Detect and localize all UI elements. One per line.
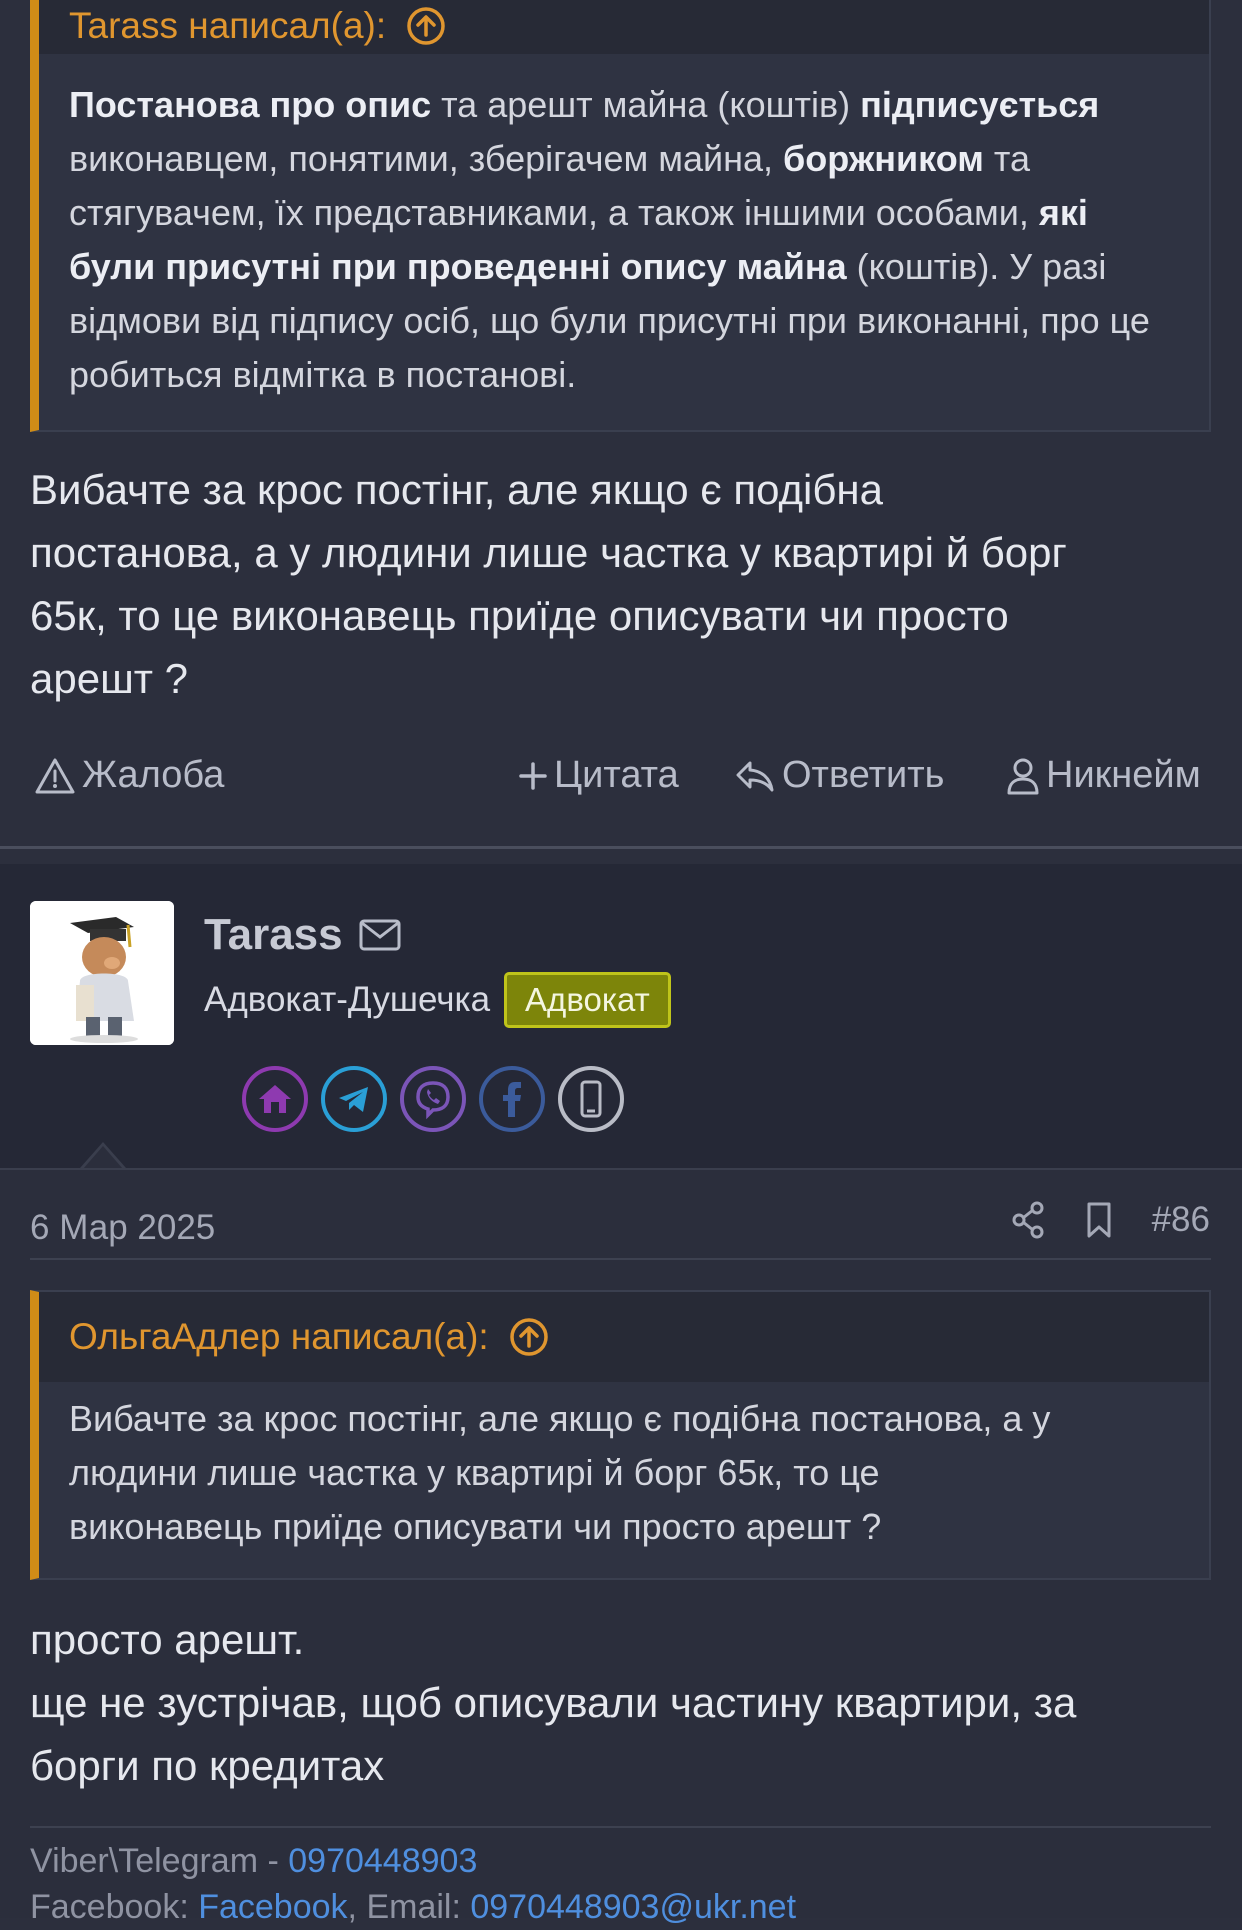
telegram-icon[interactable]: [321, 1066, 387, 1132]
reply-label: Ответить: [782, 754, 945, 796]
share-icon[interactable]: [1010, 1200, 1046, 1240]
message-line: арешт ?: [30, 655, 189, 702]
quote-author[interactable]: ОльгаАдлер написал(а):: [69, 1316, 489, 1358]
warning-icon: [35, 758, 75, 793]
quote-author[interactable]: Tarass написал(а):: [69, 5, 386, 47]
quote-bold: підписується: [860, 84, 1100, 125]
divider: [30, 1258, 1211, 1260]
email-link[interactable]: 0970448903@ukr.net: [470, 1888, 796, 1926]
post-meta: 6 Мар 2025 #86: [30, 1200, 1210, 1260]
plus-icon: [519, 761, 547, 790]
username-link[interactable]: Tarass: [204, 910, 343, 960]
user-icon: [1007, 758, 1039, 794]
phone-link[interactable]: 0970448903: [288, 1842, 477, 1880]
message-line: постанова, а у людини лише частка у квар…: [30, 529, 1067, 576]
viber-icon[interactable]: [400, 1066, 466, 1132]
signature-label: , Email:: [347, 1888, 471, 1926]
facebook-icon[interactable]: [479, 1066, 545, 1132]
user-pointer-inner: [83, 1146, 123, 1169]
reply-button[interactable]: Ответить: [734, 754, 944, 797]
user-info-bar: Tarass Адвокат-Душечка Адвокат: [0, 864, 1242, 1170]
signature-line-1: Viber\Telegram - 0970448903: [30, 1838, 796, 1884]
message-line: борги по кредитах: [30, 1742, 385, 1789]
user-badge: Адвокат: [504, 972, 671, 1028]
quote-text-part: виконавцем, понятими, зберігачем майна,: [69, 138, 784, 179]
quote-line: Вибачте за крос постінг, але якщо є поді…: [69, 1398, 1051, 1439]
quote-header[interactable]: ОльгаАдлер написал(а):: [39, 1292, 1209, 1382]
quote-text: Постанова про опис та арешт майна (кошті…: [39, 54, 1209, 402]
reply-icon: [736, 761, 774, 791]
username: Tarass: [204, 910, 401, 960]
message-line: просто арешт.: [30, 1616, 305, 1663]
phone-icon[interactable]: [558, 1066, 624, 1132]
message-envelope-icon[interactable]: [359, 919, 401, 951]
post-message: просто арешт. ще не зустрічав, щоб опису…: [30, 1608, 1210, 1797]
signature-label: Viber\Telegram -: [30, 1842, 289, 1880]
message-line: 65к, то це виконавець приїде описувати ч…: [30, 592, 1009, 639]
signature-divider: [30, 1826, 1211, 1828]
message-line: ще не зустрічав, щоб описували частину к…: [30, 1679, 1077, 1726]
quote-label: Цитата: [554, 754, 679, 796]
post-previous: Tarass написал(а): Постанова про опис та…: [0, 0, 1242, 846]
post-message: Вибачте за крос постінг, але якщо є поді…: [30, 458, 1210, 710]
post-meta-actions: #86: [1010, 1200, 1210, 1240]
signature-label: Facebook:: [30, 1888, 199, 1926]
nickname-label: Никнейм: [1046, 754, 1201, 796]
report-button[interactable]: Жалоба: [34, 754, 224, 797]
nickname-button[interactable]: Никнейм: [1006, 754, 1201, 797]
user-title: Адвокат-Душечка: [204, 980, 491, 1019]
quote-header[interactable]: Tarass написал(а):: [39, 0, 1209, 54]
message-line: Вибачте за крос постінг, але якщо є поді…: [30, 466, 883, 513]
quote-line: виконавець приїде описувати чи просто ар…: [69, 1506, 882, 1547]
go-to-quote-icon[interactable]: [509, 1317, 549, 1357]
quote-text-part: та арешт майна (коштів): [431, 84, 861, 125]
signature-line-2: Facebook: Facebook, Email: 0970448903@uk…: [30, 1884, 796, 1930]
signature: Viber\Telegram - 0970448903 Facebook: Fa…: [30, 1838, 796, 1930]
post-date[interactable]: 6 Мар 2025: [30, 1208, 215, 1248]
post-number[interactable]: #86: [1152, 1200, 1210, 1240]
home-icon[interactable]: [242, 1066, 308, 1132]
quote-bold: Постанова про опис: [69, 84, 432, 125]
post-actions: Жалоба Цитата Ответить Никнейм: [0, 754, 1242, 804]
facebook-link[interactable]: Facebook: [198, 1888, 347, 1926]
divider: [0, 1168, 1242, 1170]
social-links: [242, 1066, 624, 1132]
quote-bold: боржником: [783, 138, 984, 179]
go-to-quote-icon[interactable]: [406, 6, 446, 46]
quote-text: Вибачте за крос постінг, але якщо є поді…: [39, 1382, 1209, 1554]
quote-block: Tarass написал(а): Постанова про опис та…: [30, 0, 1211, 432]
quote-line: людини лише частка у квартирі й борг 65к…: [69, 1452, 880, 1493]
bookmark-icon[interactable]: [1084, 1200, 1114, 1240]
divider: [0, 846, 1242, 849]
post-86: Tarass Адвокат-Душечка Адвокат 6 Мар 202…: [0, 864, 1242, 1926]
user-title-row: Адвокат-Душечка Адвокат: [204, 972, 671, 1028]
quote-block: ОльгаАдлер написал(а): Вибачте за крос п…: [30, 1290, 1211, 1580]
avatar[interactable]: [30, 901, 174, 1045]
report-label: Жалоба: [82, 754, 225, 796]
quote-button[interactable]: Цитата: [518, 754, 679, 797]
